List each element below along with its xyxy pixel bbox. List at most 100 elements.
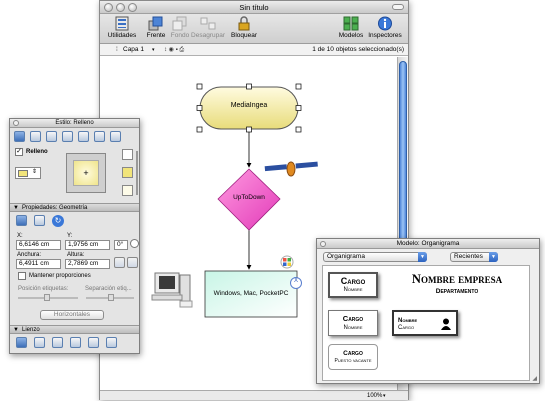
fill-gradient-center-icon: + [73,160,99,186]
x-position-field[interactable]: 6,6146 cm [16,240,61,250]
department-label: Departamento [435,288,479,295]
window-titlebar[interactable]: Sin título [100,1,408,14]
layer-popup-arrow-icon[interactable]: ▾ [152,44,155,56]
keep-proportions-label: Mantener proporciones [29,273,91,279]
resize-grip-icon[interactable]: ◢ [532,375,537,382]
flip-horizontal-icon[interactable] [114,257,125,268]
org-card-top[interactable]: Cargo Nombre [328,272,378,298]
inspector-title: Estilo: Relleno [55,120,94,126]
template-palette: Modelo: Organigrama Organigrama ▼ Recien… [316,238,540,384]
popup-arrows-icon: ⇕ [32,169,38,175]
fill-checkbox[interactable]: ✓ [15,148,23,156]
lock-button[interactable]: Bloquear [224,16,264,43]
layer-visibility-icons[interactable]: ↕ ◉ ▪ ⎙ [164,44,184,56]
y-position-field[interactable]: 1,9756 cm [65,240,110,250]
ungroup-button[interactable]: Desagrupar [188,16,228,43]
fill-preview-well[interactable]: + [66,153,106,193]
geometry-header-label: Propiedades: Geometría [22,205,88,211]
lock-label: Bloquear [230,32,258,39]
shape-label-platforms: Windows, Mac, PocketPC [213,290,289,297]
canvas-section-header[interactable]: ▼ Lienzo [10,325,139,334]
layer-bar: ⁞ Capa 1 ▾ ↕ ◉ ▪ ⎙ 1 de 10 objetos selec… [100,44,408,56]
disclosure-triangle-icon[interactable]: ▼ [13,204,19,212]
company-name: Nombre empresa [411,272,503,286]
info-icon [378,16,392,31]
color-well-yellow[interactable] [122,167,133,178]
shape-label-uptodown: UpToDown [233,194,265,201]
style-inspector-panel: Estilo: Relleno ✓ Relleno ⇕ + ▼ Propieda… [9,118,140,354]
palette-titlebar[interactable]: Modelo: Organigrama [317,239,539,249]
org-card-person[interactable]: Nombre Cargo [392,310,458,336]
fill-style-icon[interactable] [14,131,25,142]
canvas-size-icon[interactable] [16,337,27,348]
width-field[interactable]: 6,4911 cm [16,259,61,269]
org-card-top-sub: Nombre [343,287,363,293]
canvas-tree-icon[interactable] [88,337,99,348]
windows-logo-icon [280,255,294,269]
computer-icon[interactable] [151,272,193,308]
label-separation-knob[interactable] [108,294,114,301]
keep-proportions-checkbox[interactable] [18,272,26,280]
close-palette-button[interactable] [320,241,326,247]
disclosure-triangle-icon[interactable]: ▼ [13,326,19,334]
org-card-top-title: Cargo [340,276,366,286]
canvas-header-label: Lienzo [22,327,40,333]
template-category-popup[interactable]: Organigrama ▼ [323,252,427,262]
fill-label: Relleno [26,149,48,155]
org-card-vacant-sub: Puesto vacante [334,358,372,364]
geometry-size-icon[interactable] [16,215,27,226]
text-style-icon[interactable] [94,131,105,142]
canvas-document-icon[interactable] [106,337,117,348]
org-card-manager-title: Cargo [342,314,364,323]
image-style-icon[interactable] [78,131,89,142]
close-inspector-button[interactable] [13,120,19,126]
x-label: X: [17,233,23,239]
layer-marker-icon: ⁞ [116,46,118,53]
rotation-field[interactable]: 0° [114,240,128,250]
label-position-label: Posición etiquetas: [18,286,69,292]
minimize-window-button[interactable] [116,3,125,12]
inspectors-button[interactable]: Inspectores [365,16,405,43]
canvas-grid-icon[interactable] [52,337,63,348]
label-position-knob[interactable] [44,294,50,301]
fill-type-popup[interactable]: ⇕ [15,167,41,179]
color-well-white[interactable] [122,149,133,160]
label-separation-label: Separación etiq... [85,286,132,292]
geometry-section-header[interactable]: ▼ Propiedades: Geometría [10,203,139,212]
layer-selector[interactable]: Capa 1 [123,44,144,56]
utilities-icon [115,16,129,31]
satellite-icon[interactable] [264,161,318,177]
ungroup-icon [200,17,216,30]
gradient-slider[interactable] [136,151,138,195]
height-field[interactable]: 2,7869 cm [65,259,110,269]
list-style-icon[interactable] [110,131,121,142]
send-to-back-icon [172,16,187,31]
shadow-style-icon[interactable] [46,131,57,142]
org-card-manager[interactable]: Cargo Nombre [328,310,378,336]
template-category-value: Organigrama [327,253,365,260]
geometry-line-icon[interactable] [34,215,45,226]
recents-popup[interactable]: Recientes ▼ [450,252,498,262]
selection-status: 1 de 10 objetos seleccionado(s) [312,46,404,53]
close-window-button[interactable] [104,3,113,12]
inspector-titlebar[interactable]: Estilo: Relleno [10,119,139,128]
canvas-layout-icon[interactable] [70,337,81,348]
org-card-vacant[interactable]: Cargo Puesto vacante [328,344,378,370]
canvas-layers-icon[interactable] [34,337,45,348]
geometry-refresh-icon[interactable]: ↻ [52,215,64,227]
orientation-value: Horizontales [53,311,91,318]
popup-arrow-icon: ▼ [489,252,498,262]
zoom-window-button[interactable] [128,3,137,12]
inspectors-label: Inspectores [368,32,402,39]
toolbar-toggle-button[interactable] [392,4,404,10]
recents-value: Recientes [454,253,483,260]
flip-vertical-icon[interactable] [127,257,138,268]
shape-style-icon[interactable] [62,131,73,142]
template-preview-area[interactable]: Cargo Nombre Nombre empresa Departamento… [322,265,530,381]
rotation-dial-icon[interactable] [130,239,139,248]
stroke-style-icon[interactable] [30,131,41,142]
person-silhouette-icon [441,318,451,330]
color-well-light[interactable] [122,185,133,196]
orientation-popup[interactable]: Horizontales [40,310,104,320]
width-label: Anchura: [17,252,42,258]
